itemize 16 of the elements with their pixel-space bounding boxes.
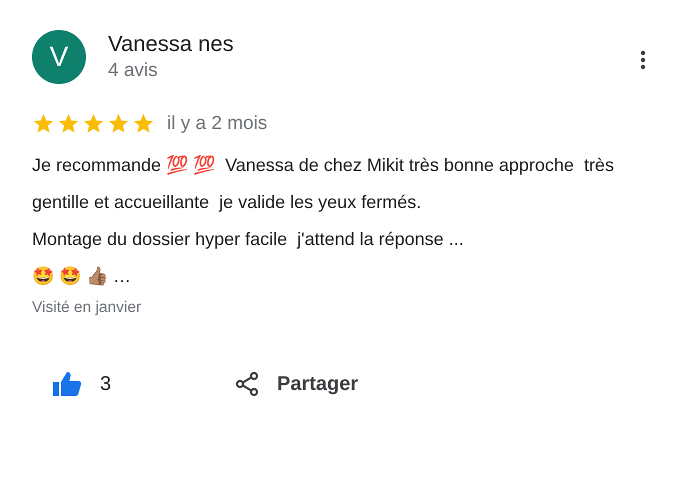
star-icon [82,112,105,135]
star-icon [107,112,130,135]
share-icon [235,371,259,397]
visit-date: Visité en janvier [32,299,142,317]
share-button[interactable]: Partager [235,371,358,397]
review-count: 4 avis [108,60,159,82]
review-text: Je recommande 💯 💯 Vanessa de chez Mikit très bonne approche très gentille et accueillante je valide les yeux fermés. Montage du dossier hyper facile j'attend la réponse ... 🤩 🤩 👍🏽 … [32,154,615,288]
thumbs-up-icon [52,371,82,397]
like-button[interactable]: 3 [52,371,235,397]
star-icon [132,112,155,135]
star-icon [57,112,80,135]
star-icon [32,112,55,135]
review-time: il y a 2 mois [167,112,268,134]
more-icon[interactable] [640,50,646,70]
author-name[interactable]: Vanessa nes [108,30,234,56]
avatar: V [32,30,86,84]
